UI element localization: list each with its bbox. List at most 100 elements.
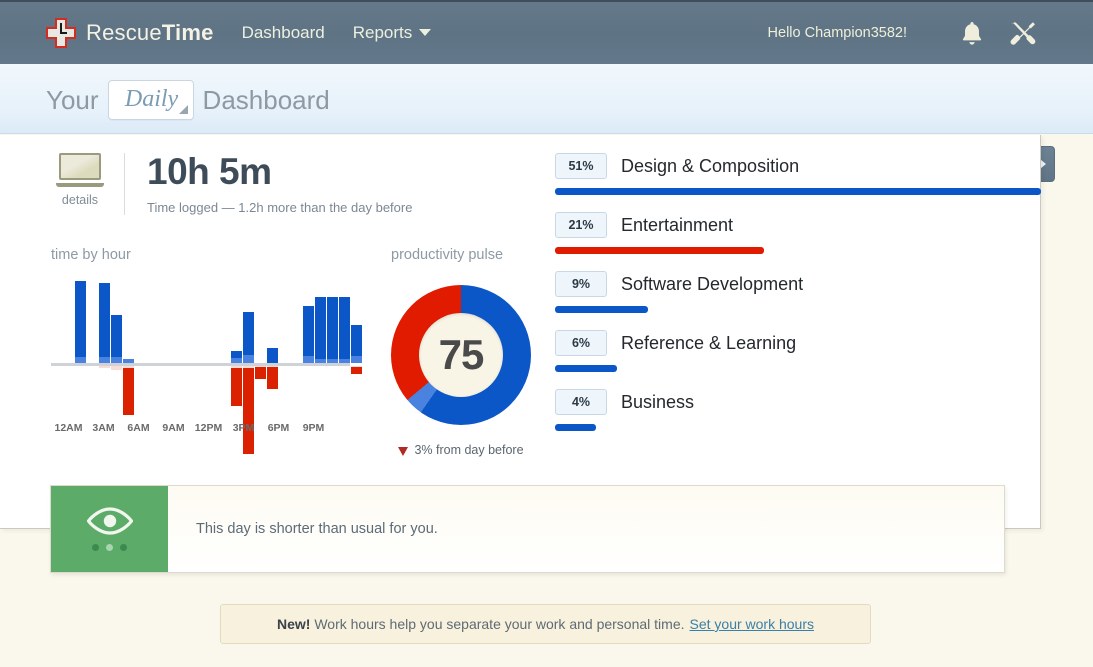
hour-bar[interactable] xyxy=(75,281,86,441)
nav-link-reports[interactable]: Reports xyxy=(353,23,432,43)
hour-bar[interactable] xyxy=(111,281,122,441)
hour-bar[interactable] xyxy=(243,281,254,441)
category-name[interactable]: Software Development xyxy=(621,274,803,295)
hour-bar[interactable] xyxy=(327,281,338,441)
category-bar-track xyxy=(555,247,1041,254)
brand-name: RescueTime xyxy=(86,20,214,46)
axis-tick-label: 12PM xyxy=(191,422,226,434)
category-percent-badge[interactable]: 51% xyxy=(555,153,607,179)
pulse-score: 75 xyxy=(439,331,484,379)
category-bar xyxy=(555,424,596,431)
insight-pager-dots[interactable] xyxy=(92,544,127,551)
category-name[interactable]: Business xyxy=(621,392,694,413)
time-by-hour-plot[interactable] xyxy=(51,281,359,441)
insight-message: This day is shorter than usual for you. xyxy=(168,486,1004,572)
axis-tick-label: 9AM xyxy=(156,422,191,434)
hour-bar[interactable] xyxy=(231,281,242,441)
hour-bar[interactable] xyxy=(315,281,326,441)
category-bar xyxy=(555,188,1041,195)
axis-tick-label: 6PM xyxy=(261,422,296,434)
category-name[interactable]: Entertainment xyxy=(621,215,733,236)
hour-bar[interactable] xyxy=(267,281,278,441)
bar-segment-productive xyxy=(315,359,326,363)
bar-segment-productive xyxy=(339,359,350,363)
brand-name-light: Rescue xyxy=(86,20,162,45)
total-time-subtitle: Time logged — 1.2h more than the day bef… xyxy=(147,200,412,215)
hour-bar[interactable] xyxy=(339,281,350,441)
set-work-hours-link[interactable]: Set your work hours xyxy=(690,616,815,632)
nav-link-dashboard[interactable]: Dashboard xyxy=(242,23,325,43)
bar-segment-productive xyxy=(243,355,254,363)
bar-segment-very-productive xyxy=(243,312,254,355)
hour-bar[interactable] xyxy=(123,281,134,441)
category-bar-track xyxy=(555,188,1041,195)
category-percent-badge[interactable]: 6% xyxy=(555,330,607,356)
category-bar xyxy=(555,365,617,372)
hour-bar[interactable] xyxy=(99,281,110,441)
category-header: 4% Business xyxy=(555,389,1045,415)
category-bar-track xyxy=(555,306,1041,313)
axis-tick-label: 6AM xyxy=(121,422,156,434)
bar-segment-very-productive xyxy=(303,306,314,356)
bar-segment-distracting xyxy=(243,368,254,454)
time-by-hour-chart: time by hour 12AM3AM6AM9AM12PM3PM6PM9PM xyxy=(51,247,359,441)
category-row: 6% Reference & Learning xyxy=(555,330,1045,372)
category-bar-track xyxy=(555,424,1041,431)
hour-bar[interactable] xyxy=(255,281,266,441)
page-subheader: Your Daily Dashboard Saturday, February … xyxy=(0,64,1093,134)
bar-segment-very-productive xyxy=(267,348,278,363)
bar-segment-neutral xyxy=(111,366,122,370)
work-hours-notice: New! Work hours help you separate your w… xyxy=(220,604,871,644)
bar-segment-productive xyxy=(123,359,134,363)
category-percent-badge[interactable]: 4% xyxy=(555,389,607,415)
category-name[interactable]: Design & Composition xyxy=(621,156,799,177)
category-header: 6% Reference & Learning xyxy=(555,330,1045,356)
bar-segment-distracting xyxy=(255,367,266,379)
productivity-pulse-title: productivity pulse xyxy=(391,247,531,263)
bar-segment-very-productive xyxy=(111,315,122,357)
bar-segment-very-productive xyxy=(99,283,110,357)
details-button[interactable]: details xyxy=(50,153,110,207)
time-by-hour-title: time by hour xyxy=(51,247,359,263)
pulse-donut[interactable]: 75 xyxy=(391,285,531,425)
category-row: 4% Business xyxy=(555,389,1045,431)
category-list: 51% Design & Composition 21% Entertainment 9… xyxy=(555,153,1045,448)
pulse-delta-label: 3% from day before xyxy=(414,443,523,457)
bell-icon[interactable] xyxy=(959,19,985,47)
time-summary: details 10h 5m Time logged — 1.2h more t… xyxy=(50,153,412,215)
brand-name-bold: Time xyxy=(162,20,214,45)
pager-dot[interactable] xyxy=(92,544,99,551)
user-greeting: Hello Champion3582! xyxy=(768,25,907,41)
category-name[interactable]: Reference & Learning xyxy=(621,333,796,354)
axis-tick-label: 3AM xyxy=(86,422,121,434)
insight-banner: This day is shorter than usual for you. xyxy=(50,485,1005,573)
hour-bar[interactable] xyxy=(303,281,314,441)
category-row: 51% Design & Composition xyxy=(555,153,1045,195)
hour-bar[interactable] xyxy=(351,281,362,441)
bar-segment-productive xyxy=(231,358,242,363)
bar-segment-very-productive xyxy=(327,297,338,359)
category-percent-badge[interactable]: 21% xyxy=(555,212,607,238)
category-percent-badge[interactable]: 9% xyxy=(555,271,607,297)
category-header: 51% Design & Composition xyxy=(555,153,1045,179)
nav-right-group: Hello Champion3582! xyxy=(768,19,1037,47)
bar-segment-neutral xyxy=(99,366,110,368)
bar-segment-distracting xyxy=(267,367,278,389)
pager-dot[interactable] xyxy=(106,544,113,551)
bar-segment-productive xyxy=(327,359,338,363)
tools-icon[interactable] xyxy=(1007,19,1037,47)
productivity-pulse-chart: productivity pulse 75 3% from day before xyxy=(391,247,531,457)
page-title-prefix: Your xyxy=(46,85,99,116)
insight-icon-panel[interactable] xyxy=(51,486,168,572)
category-bar-track xyxy=(555,365,1041,372)
category-header: 21% Entertainment xyxy=(555,212,1045,238)
range-selector[interactable]: Daily xyxy=(108,80,194,120)
dashboard-panel: details 10h 5m Time logged — 1.2h more t… xyxy=(0,135,1041,529)
brand-logo[interactable]: RescueTime xyxy=(46,18,214,48)
page-title: Your Daily Dashboard xyxy=(46,80,330,120)
pager-dot[interactable] xyxy=(120,544,127,551)
bar-segment-very-productive xyxy=(75,281,86,357)
top-navigation-bar: RescueTime Dashboard Reports Hello Champ… xyxy=(0,0,1093,64)
axis-tick-label: 3PM xyxy=(226,422,261,434)
category-bar xyxy=(555,247,764,254)
